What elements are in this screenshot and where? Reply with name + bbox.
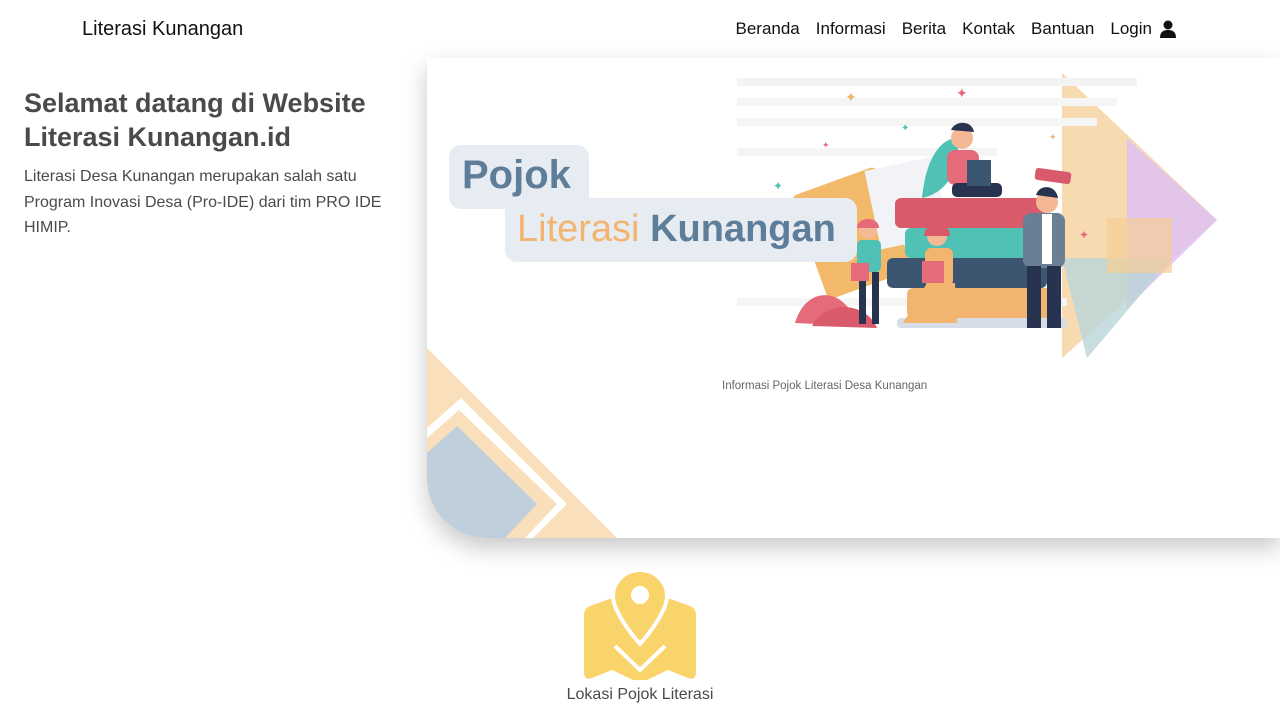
- hero-banner: ✦ ✦ ✦ ✦ ✦ ✦ ✦ Pojok Literasi Kunangan In…: [427, 58, 1280, 538]
- brand-link[interactable]: Literasi Kunangan: [82, 18, 243, 41]
- hero-title: Selamat datang di Website Literasi Kunan…: [24, 88, 366, 152]
- banner-illustration: ✦ ✦ ✦ ✦ ✦ ✦ ✦: [427, 73, 1217, 538]
- banner-title-kunangan: Kunangan: [650, 208, 836, 250]
- svg-text:✦: ✦: [1079, 228, 1089, 242]
- svg-text:✦: ✦: [773, 179, 783, 193]
- banner-title-pojok: Pojok: [462, 153, 571, 197]
- svg-text:✦: ✦: [956, 85, 968, 101]
- navbar: Literasi Kunangan Beranda Informasi Beri…: [0, 0, 1280, 58]
- banner-title-literasi-kunangan: Literasi Kunangan: [517, 208, 836, 251]
- nav-link-beranda[interactable]: Beranda: [735, 19, 799, 39]
- nav-links: Beranda Informasi Berita Kontak Bantuan …: [735, 19, 1176, 39]
- user-icon: [1160, 20, 1176, 38]
- nav-link-kontak[interactable]: Kontak: [962, 19, 1015, 39]
- nav-link-bantuan[interactable]: Bantuan: [1031, 19, 1094, 39]
- svg-text:✦: ✦: [822, 140, 830, 150]
- banner-caption: Informasi Pojok Literasi Desa Kunangan: [722, 380, 928, 392]
- login-link[interactable]: Login: [1110, 19, 1176, 39]
- login-label: Login: [1110, 19, 1152, 38]
- location-label: Lokasi Pojok Literasi: [566, 686, 714, 703]
- nav-link-informasi[interactable]: Informasi: [816, 19, 886, 39]
- svg-text:✦: ✦: [1049, 132, 1057, 142]
- nav-link-berita[interactable]: Berita: [902, 19, 946, 39]
- banner-title-literasi: Literasi: [517, 208, 640, 250]
- map-pin-icon: [584, 568, 696, 680]
- hero-description: Literasi Desa Kunangan merupakan salah s…: [24, 168, 382, 236]
- hero-section: Selamat datang di Website Literasi Kunan…: [24, 86, 394, 241]
- location-link[interactable]: Lokasi Pojok Literasi: [540, 568, 740, 704]
- svg-text:✦: ✦: [901, 123, 909, 134]
- svg-text:✦: ✦: [845, 89, 857, 105]
